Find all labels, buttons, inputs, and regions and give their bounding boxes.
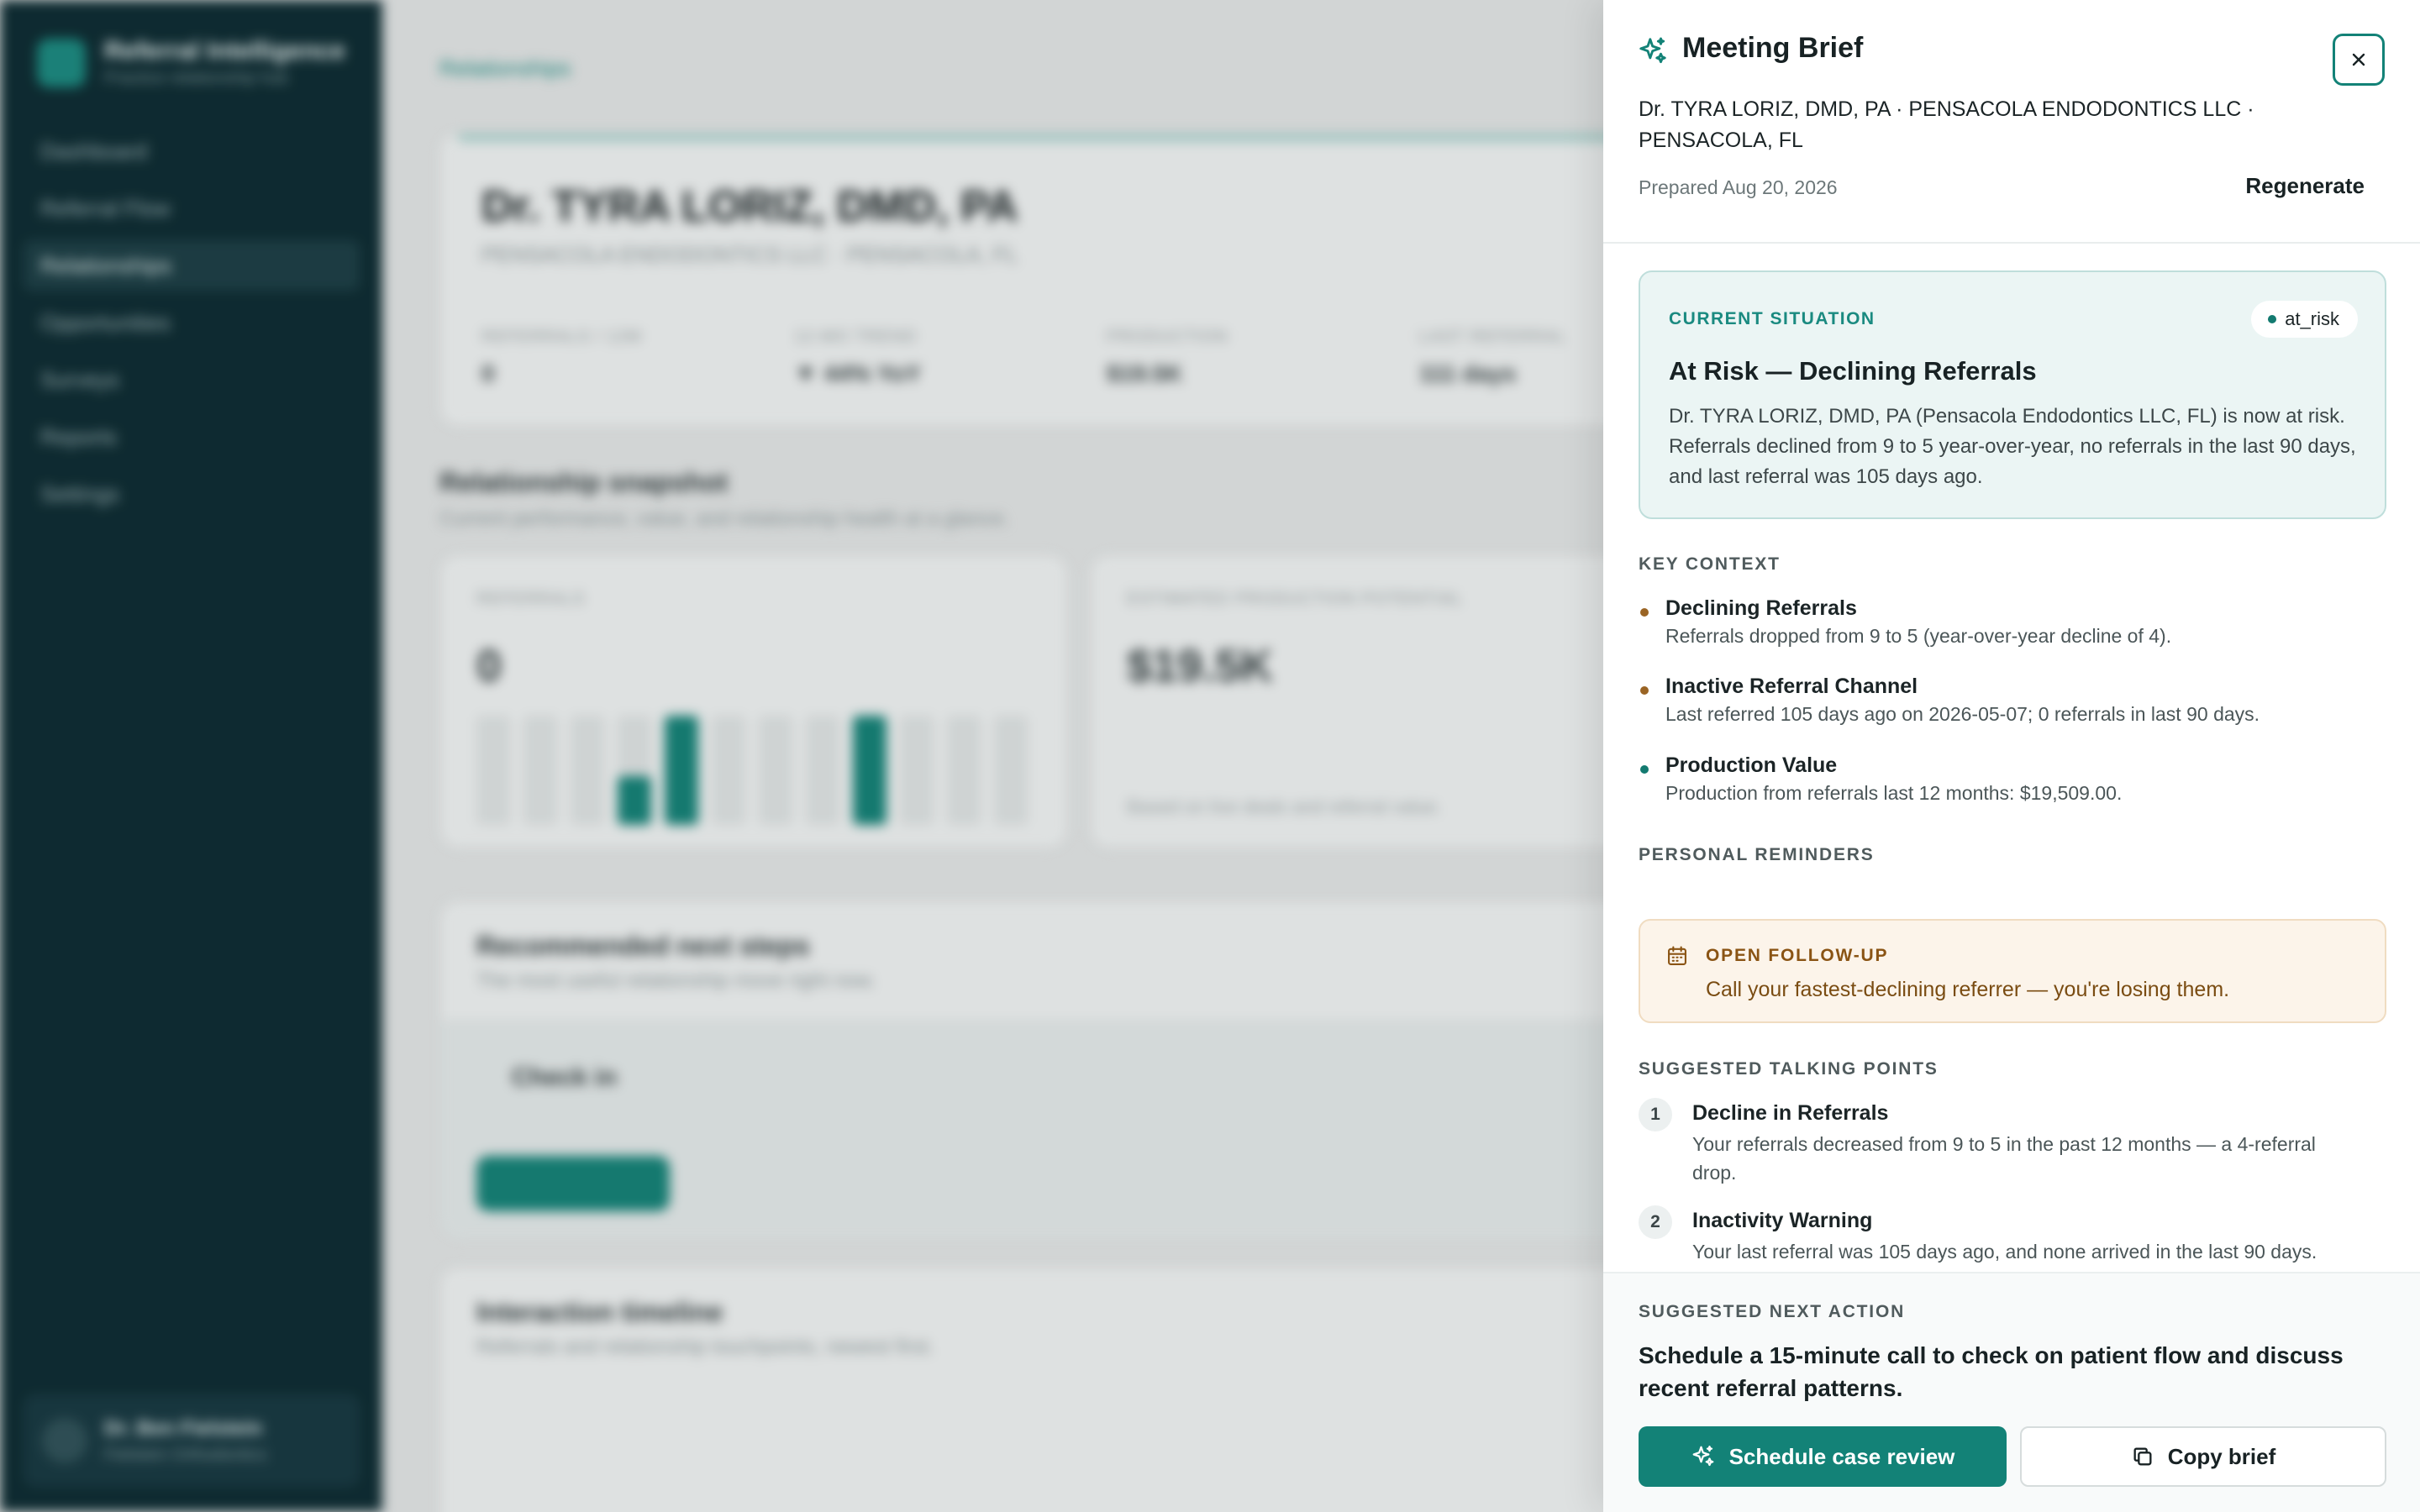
next-action-text: Schedule a 15-minute call to check on pa… [1639, 1342, 2344, 1401]
sparkle-icon [1639, 37, 1666, 64]
situation-label: CURRENT SITUATION [1669, 309, 1876, 328]
meeting-brief-drawer: Meeting Brief Dr. TYRA LORIZ, DMD, PA · … [1603, 0, 2420, 1512]
talking-point-body: Your last referral was 105 days ago, and… [1692, 1241, 2317, 1263]
context-title: Declining Referrals [1665, 596, 1857, 620]
calendar-icon [1668, 946, 1686, 965]
drawer-footer: SUGGESTED NEXT ACTION Schedule a 15-minu… [1603, 1272, 2420, 1512]
talking-point-title: Inactivity Warning [1692, 1209, 1873, 1232]
copy-icon [2133, 1447, 2152, 1466]
sparkle-icon [1692, 1446, 1713, 1467]
situation-title: At Risk — Declining Referrals [1669, 356, 2037, 386]
status-badge-text: at_risk [2285, 308, 2339, 329]
follow-up-text: Call your fastest-declining referrer — y… [1706, 978, 2230, 1001]
bullet-icon [1640, 608, 1649, 617]
context-title: Inactive Referral Channel [1665, 675, 1918, 698]
next-action-label: SUGGESTED NEXT ACTION [1639, 1302, 1906, 1321]
copy-button-label: Copy brief [2167, 1443, 2276, 1469]
status-badge: at_risk [2251, 301, 2358, 338]
schedule-button-label: Schedule case review [1728, 1443, 1955, 1469]
bullet-icon [1640, 765, 1649, 774]
brief-subject: Dr. TYRA LORIZ, DMD, PA · PENSACOLA ENDO… [1639, 97, 2254, 152]
talking-point-body: Your referrals decreased from 9 to 5 in … [1692, 1133, 2316, 1184]
prepared-date: Prepared Aug 20, 2026 [1639, 176, 1838, 198]
context-body: Referrals dropped from 9 to 5 (year-over… [1665, 625, 2172, 647]
regenerate-button[interactable]: Regenerate [2245, 173, 2365, 199]
current-situation-card: CURRENT SITUATION at_risk At Risk — Decl… [1639, 270, 2386, 519]
context-title: Production Value [1665, 753, 1838, 777]
key-context-label: KEY CONTEXT [1639, 554, 1781, 574]
status-dot-icon [2268, 315, 2277, 323]
drawer-title: Meeting Brief [1682, 32, 1864, 64]
talking-point-number: 1 [1639, 1098, 1672, 1131]
drawer-header: Meeting Brief Dr. TYRA LORIZ, DMD, PA · … [1603, 0, 2420, 244]
bullet-icon [1640, 686, 1649, 695]
context-body: Production from referrals last 12 months… [1665, 782, 2123, 804]
talking-point-title: Decline in Referrals [1692, 1101, 1889, 1125]
close-icon [2352, 53, 2365, 66]
personal-reminders-label: PERSONAL REMINDERS [1639, 845, 1875, 864]
copy-brief-button[interactable]: Copy brief [2020, 1426, 2386, 1487]
follow-up-label: OPEN FOLLOW-UP [1706, 946, 1889, 965]
close-button[interactable] [2333, 34, 2385, 86]
schedule-case-review-button[interactable]: Schedule case review [1639, 1426, 2007, 1487]
follow-up-card: OPEN FOLLOW-UP Call your fastest-declini… [1639, 919, 2386, 1023]
situation-body: Dr. TYRA LORIZ, DMD, PA (Pensacola Endod… [1669, 405, 2356, 488]
talking-point-number: 2 [1639, 1205, 1672, 1239]
talking-points-label: SUGGESTED TALKING POINTS [1639, 1059, 1939, 1079]
context-body: Last referred 105 days ago on 2026-05-07… [1665, 703, 2260, 725]
